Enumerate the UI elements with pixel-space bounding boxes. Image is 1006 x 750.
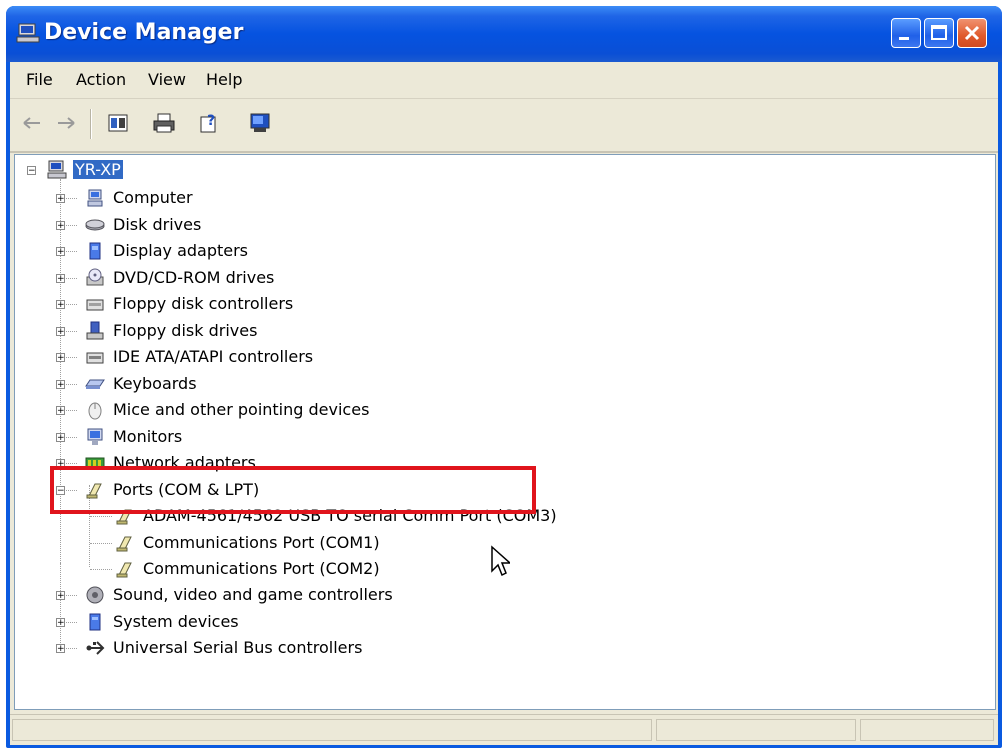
tree-item-display-adapters[interactable]: + Display adapters [15, 238, 615, 264]
tree-item-label[interactable]: Universal Serial Bus controllers [113, 638, 362, 657]
computer-icon [87, 189, 103, 207]
tree-item-label[interactable]: IDE ATA/ATAPI controllers [113, 347, 313, 366]
close-icon [964, 25, 980, 41]
status-bar [10, 714, 998, 745]
expand-toggle[interactable]: + [56, 591, 65, 601]
tree-item-label[interactable]: Disk drives [113, 215, 201, 234]
status-pane-secondary [656, 719, 856, 741]
tree-item-mice-and-other-pointing-devices[interactable]: + Mice and other pointing devices [15, 397, 615, 423]
minimize-button[interactable] [891, 18, 921, 48]
tree-item-port-2[interactable]: Communications Port (COM1) [15, 530, 615, 556]
tree-item-label[interactable]: Floppy disk drives [113, 321, 257, 340]
expand-toggle[interactable]: + [56, 406, 65, 416]
tree-item-monitors[interactable]: + Monitors [15, 424, 615, 450]
computer-icon [47, 160, 67, 179]
window-client: File Action View Help ? − YR-XP + Comput… [10, 62, 998, 745]
maximize-icon [931, 25, 947, 40]
menu-file[interactable]: File [26, 70, 53, 89]
device-manager-window: Device Manager File Action View Help ? −… [6, 6, 1002, 748]
tree-item-label[interactable]: Mice and other pointing devices [113, 400, 369, 419]
expand-toggle[interactable]: + [56, 194, 65, 204]
back-arrow-icon[interactable] [20, 111, 44, 135]
tree-item-computer[interactable]: + Computer [15, 185, 615, 211]
expand-toggle[interactable]: + [56, 644, 65, 654]
expand-toggle[interactable]: + [56, 326, 65, 336]
dvd-drive-icon [86, 268, 104, 285]
forward-arrow-icon[interactable] [54, 111, 78, 135]
tree-item-port-3[interactable]: Communications Port (COM2) [15, 556, 615, 582]
highlight-box [50, 466, 536, 514]
expand-toggle[interactable]: + [56, 617, 65, 627]
system-devices-icon [89, 613, 101, 630]
sound-icon [86, 586, 104, 604]
menu-view[interactable]: View [148, 70, 186, 89]
expand-toggle[interactable]: + [56, 273, 65, 283]
menu-bar: File Action View Help [10, 62, 998, 99]
svg-text:?: ? [207, 113, 215, 129]
floppy-controller-icon [86, 299, 104, 311]
port-icon [116, 536, 132, 551]
expand-toggle[interactable]: + [56, 353, 65, 363]
collapse-toggle[interactable]: − [27, 166, 36, 176]
port-icon [116, 562, 132, 578]
maximize-button[interactable] [924, 18, 954, 48]
usb-icon [86, 641, 105, 655]
help-icon[interactable]: ? [198, 111, 222, 135]
device-tree[interactable]: − YR-XP + Computer + Disk drives + Display ad… [14, 154, 996, 710]
minimize-icon [899, 37, 909, 40]
close-button[interactable] [957, 18, 987, 48]
tree-item-label[interactable]: System devices [113, 612, 239, 631]
toolbar-separator [90, 109, 92, 139]
tree-item-keyboards[interactable]: + Keyboards [15, 371, 615, 397]
tree-item-universal-serial-bus-controllers[interactable]: + Universal Serial Bus controllers [15, 635, 615, 661]
tree-item-label[interactable]: Computer [113, 188, 193, 207]
title-bar[interactable]: Device Manager [6, 6, 1002, 62]
menu-action[interactable]: Action [76, 70, 126, 89]
tree-item-label[interactable]: Display adapters [113, 241, 248, 260]
toolbar: ? [10, 99, 998, 153]
expand-toggle[interactable]: + [56, 247, 65, 257]
properties-icon[interactable] [106, 111, 130, 135]
tree-item-floppy-disk-drives[interactable]: + Floppy disk drives [15, 318, 615, 344]
expand-toggle[interactable]: + [56, 220, 65, 230]
mouse-cursor-icon [491, 545, 510, 577]
tree-item-label[interactable]: Floppy disk controllers [113, 294, 293, 313]
tree-item-label[interactable]: Keyboards [113, 374, 197, 393]
expand-toggle[interactable]: + [56, 432, 65, 442]
tree-item-system-devices[interactable]: + System devices [15, 609, 615, 635]
tree-item-label[interactable]: Monitors [113, 427, 182, 446]
tree-item-floppy-disk-controllers[interactable]: + Floppy disk controllers [15, 291, 615, 317]
tree-root-row[interactable]: − YR-XP [15, 158, 215, 184]
window-title: Device Manager [44, 20, 244, 45]
status-pane-main [12, 719, 652, 741]
display-adapter-icon [89, 242, 101, 260]
expand-toggle[interactable]: + [56, 379, 65, 389]
tree-item-ide-ata-atapi-controllers[interactable]: + IDE ATA/ATAPI controllers [15, 344, 615, 370]
keyboard-icon [85, 379, 105, 389]
tree-item-label[interactable]: Sound, video and game controllers [113, 585, 393, 604]
expand-toggle[interactable]: + [56, 300, 65, 310]
print-icon[interactable] [152, 111, 176, 135]
tree-item-dvd-cd-rom-drives[interactable]: + DVD/CD-ROM drives [15, 265, 615, 291]
tree-item-disk-drives[interactable]: + Disk drives [15, 212, 615, 238]
scan-hardware-icon[interactable] [248, 111, 272, 135]
tree-item-label[interactable]: Communications Port (COM1) [143, 533, 380, 552]
disk-drive-icon [85, 219, 105, 230]
tree-item-label[interactable]: DVD/CD-ROM drives [113, 268, 274, 287]
monitor-icon [87, 428, 103, 445]
tree-root-label[interactable]: YR-XP [73, 160, 123, 179]
tree-item-sound-video-and-game-controllers[interactable]: + Sound, video and game controllers [15, 582, 615, 608]
floppy-drive-icon [86, 321, 104, 339]
tree-line [90, 569, 112, 570]
menu-help[interactable]: Help [206, 70, 242, 89]
ide-controller-icon [86, 352, 104, 364]
computer-icon [16, 23, 40, 43]
status-pane-tertiary [860, 719, 994, 741]
tree-line [90, 542, 112, 544]
mouse-icon [88, 402, 102, 420]
tree-item-label[interactable]: Communications Port (COM2) [143, 559, 380, 578]
tree-line [90, 516, 112, 517]
